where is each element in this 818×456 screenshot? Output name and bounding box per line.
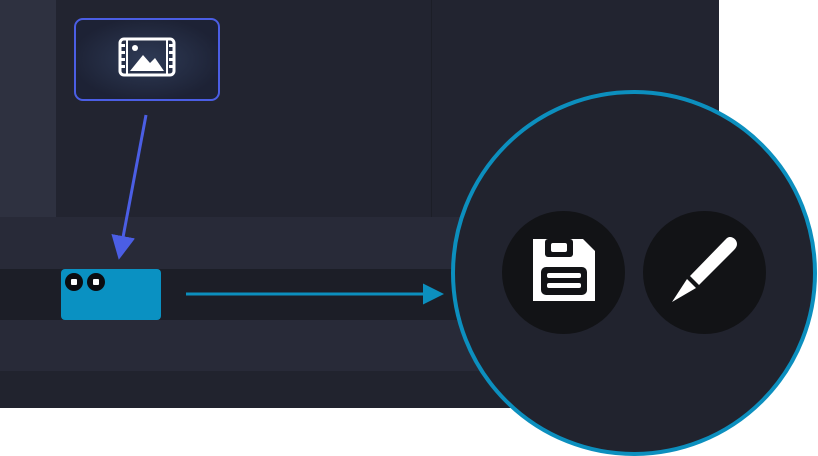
left-panel <box>0 0 56 217</box>
save-icon <box>529 235 599 310</box>
zoom-callout <box>451 90 817 456</box>
stage <box>0 0 818 456</box>
image-film-icon <box>118 37 176 82</box>
clip-handle-icon[interactable] <box>65 273 83 291</box>
timeline-clip[interactable] <box>61 269 161 320</box>
clip-handle-icon[interactable] <box>87 273 105 291</box>
media-thumbnail[interactable] <box>74 18 220 101</box>
pen-icon <box>669 234 741 311</box>
save-button[interactable] <box>502 211 625 334</box>
edit-button[interactable] <box>643 211 766 334</box>
